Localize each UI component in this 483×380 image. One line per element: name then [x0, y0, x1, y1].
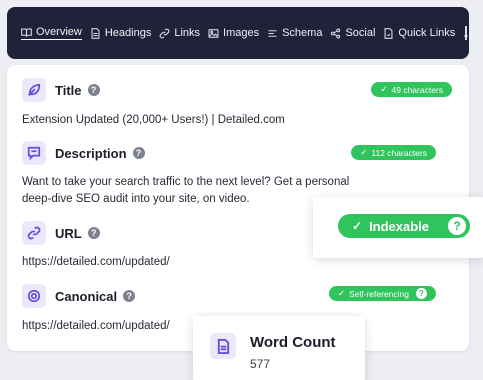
- canonical-status-badge: ✓ Self-referencing ?: [328, 286, 436, 301]
- help-icon[interactable]: ?: [87, 227, 100, 239]
- quick-links-icon: [384, 27, 393, 39]
- tab-label: Schema: [282, 27, 323, 39]
- section-title: Title: [55, 82, 82, 98]
- indexable-card: ✓ Indexable ?: [313, 197, 483, 258]
- tab-links[interactable]: Links: [159, 27, 200, 39]
- sliders-icon: [464, 26, 478, 40]
- help-icon[interactable]: ?: [448, 217, 466, 235]
- check-icon: ✓: [360, 147, 368, 157]
- badge-label: 112 characters: [371, 147, 427, 158]
- tab-overview[interactable]: Overview: [21, 26, 82, 40]
- section-title: Description: [55, 145, 127, 161]
- help-icon[interactable]: ?: [416, 288, 427, 299]
- description-length-badge: ✓ 112 characters: [351, 145, 436, 160]
- badge-label: 49 characters: [391, 84, 444, 95]
- document-icon: [210, 333, 236, 359]
- tab-quick-links[interactable]: Quick Links: [383, 27, 455, 39]
- tab-label: Quick Links: [398, 27, 456, 39]
- title-section: Title ? ✓ 49 characters Extension Update…: [22, 78, 454, 129]
- message-icon: [22, 141, 46, 165]
- image-icon: [208, 28, 219, 38]
- settings-button[interactable]: [463, 25, 479, 41]
- indexable-label: Indexable: [369, 218, 430, 234]
- check-icon: ✓: [380, 84, 388, 94]
- word-count-value: 577: [250, 357, 271, 371]
- tab-headings[interactable]: Headings: [90, 27, 151, 39]
- word-count-label: Word Count: [250, 334, 336, 351]
- tab-images[interactable]: Images: [208, 27, 259, 39]
- tab-social[interactable]: Social: [330, 27, 375, 39]
- target-icon: [22, 284, 46, 308]
- section-title: Canonical: [55, 288, 118, 304]
- top-nav: Overview Headings Links Images Schema So…: [7, 7, 478, 59]
- title-length-badge: ✓ 49 characters: [371, 82, 452, 97]
- section-title: URL: [55, 225, 82, 241]
- indexable-badge: ✓ Indexable ?: [338, 214, 470, 238]
- badge-label: Self-referencing: [348, 288, 409, 299]
- list-icon: [268, 29, 277, 37]
- description-value: Want to take your search traffic to the …: [22, 176, 350, 205]
- book-icon: [21, 28, 32, 37]
- word-count-card: Word Count 577: [193, 316, 365, 380]
- tab-schema[interactable]: Schema: [267, 27, 322, 39]
- help-icon[interactable]: ?: [132, 147, 145, 159]
- link-icon: [159, 28, 170, 38]
- leaf-icon: [22, 78, 46, 102]
- tab-label: Headings: [104, 27, 152, 39]
- help-icon[interactable]: ?: [123, 290, 136, 302]
- link-icon: [22, 221, 46, 245]
- share-icon: [331, 27, 341, 39]
- document-icon: [91, 27, 100, 39]
- title-value: Extension Updated (20,000+ Users!) | Det…: [22, 114, 285, 126]
- tab-label: Social: [345, 27, 376, 39]
- help-icon[interactable]: ?: [87, 84, 100, 96]
- check-icon: ✓: [352, 219, 363, 233]
- tab-label: Links: [174, 27, 201, 39]
- check-icon: ✓: [337, 288, 345, 298]
- tab-label: Images: [223, 27, 260, 39]
- tab-label: Overview: [36, 26, 82, 38]
